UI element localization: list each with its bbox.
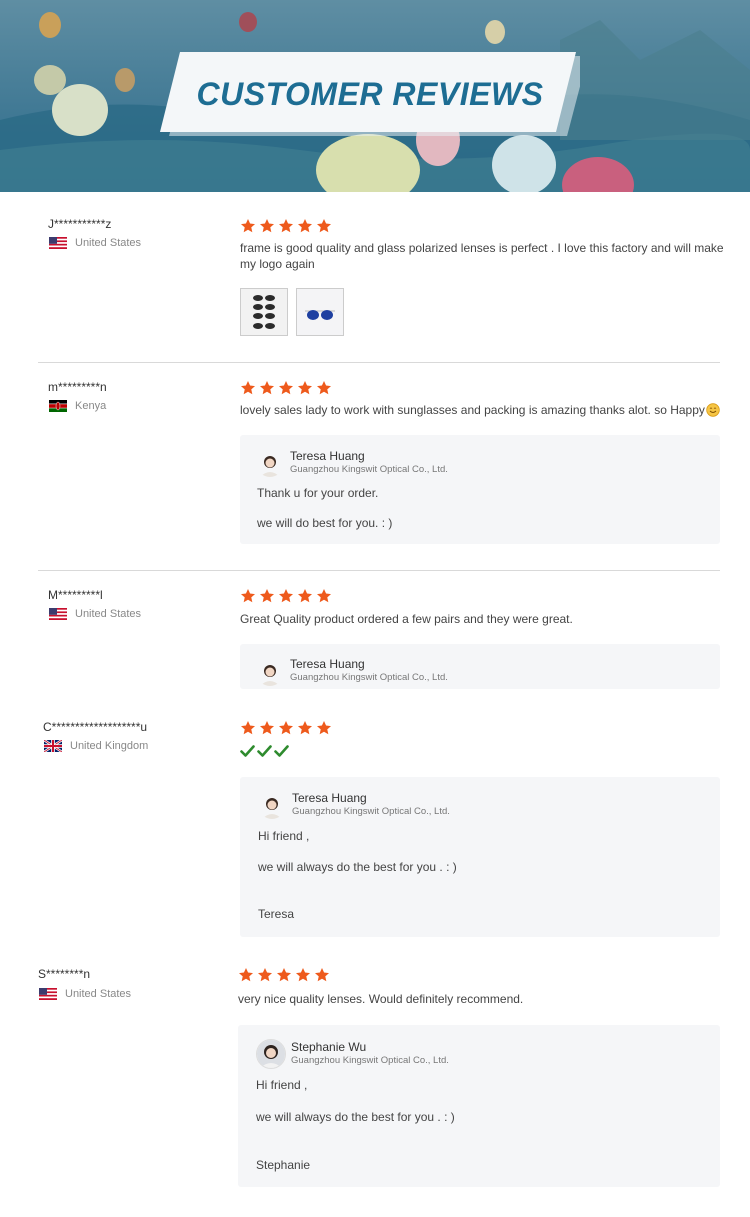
reply-text-line: we will always do the best for you . : ) [258,860,457,874]
verified-checks [240,744,289,758]
reply-text-line: Hi friend , [258,829,310,843]
reviewer-country: United States [49,608,141,620]
star-icon [241,381,255,395]
star-icon [260,219,274,233]
check-icon [274,745,289,757]
check-icon [240,745,255,757]
star-rating [240,588,332,604]
star-rating [240,720,332,736]
star-icon [296,968,310,982]
star-icon [317,589,331,603]
country-label: United States [75,237,142,249]
star-icon [260,589,274,603]
reply-company: Guangzhou Kingswit Optical Co., Ltd. [291,1055,449,1066]
review-text-line: my logo again [240,257,315,271]
star-icon [241,589,255,603]
star-icon [239,968,253,982]
star-icon [298,589,312,603]
country-label: United States [75,608,142,620]
reply-signature: Teresa [258,907,295,921]
star-icon [317,721,331,735]
reviewer-country: United States [49,237,141,249]
blue-sunglasses-image [297,289,343,335]
reviewer-name: M*********l [48,588,103,602]
reply-company: Guangzhou Kingswit Optical Co., Ltd. [290,464,448,475]
reply-author-name: Stephanie Wu [291,1040,367,1054]
page-title: CUSTOMER REVIEWS [196,75,544,112]
star-icon [241,219,255,233]
star-icon [317,381,331,395]
star-rating [238,967,330,983]
star-icon [279,219,293,233]
avatar [257,451,283,477]
reply-signature: Stephanie [256,1158,311,1172]
star-rating [240,218,332,234]
review-photo-2[interactable] [296,288,344,336]
reply-company: Guangzhou Kingswit Optical Co., Ltd. [292,806,450,817]
seller-reply: Teresa Huang Guangzhou Kingswit Optical … [240,644,720,689]
avatar [257,660,283,686]
review-text: Great Quality product ordered a few pair… [240,612,573,626]
star-icon [317,219,331,233]
avatar [256,1039,286,1069]
avatar-image [257,660,283,686]
reply-author-name: Teresa Huang [292,791,367,805]
star-icon [279,381,293,395]
star-icon [258,968,272,982]
smiley-emoji-icon [706,403,720,417]
review-text-line: lovely sales lady to work with sunglasse… [240,403,705,417]
country-label: Kenya [75,400,107,412]
reply-author-name: Teresa Huang [290,657,365,671]
star-icon [298,219,312,233]
review-photo-1[interactable] [240,288,288,336]
review-text: lovely sales lady to work with sunglasse… [240,402,720,418]
star-icon [279,721,293,735]
avatar-image [257,1040,285,1068]
check-icon [257,745,272,757]
us-flag-icon [49,608,67,620]
country-label: United Kingdom [70,740,149,752]
avatar-image [259,793,285,819]
review-text: frame is good quality and glass polarize… [240,240,724,272]
star-icon [260,381,274,395]
kenya-flag-icon [49,400,67,412]
title-banner: CUSTOMER REVIEWS [160,52,580,136]
country-label: United States [65,988,132,1000]
hero-banner: CUSTOMER REVIEWS [0,0,750,192]
reviewer-name: S********n [38,967,91,981]
star-rating [240,380,332,396]
star-icon [279,589,293,603]
reply-text-line: we will always do the best for you . : ) [256,1110,455,1124]
star-icon [298,721,312,735]
reviewer-name: J***********z [48,217,112,231]
reviewer-name: C*******************u [43,720,148,734]
reply-author-name: Teresa Huang [290,449,365,463]
star-icon [298,381,312,395]
review-text-line: frame is good quality and glass polarize… [240,241,724,255]
sunglasses-stack-image [241,289,287,335]
us-flag-icon [49,237,67,249]
avatar [259,793,285,819]
divider [38,570,720,571]
star-icon [260,721,274,735]
reply-text-line: Hi friend , [256,1078,308,1092]
seller-reply: Teresa Huang Guangzhou Kingswit Optical … [240,777,720,937]
review-text: very nice quality lenses. Would definite… [238,992,524,1006]
reviewer-name: m*********n [48,380,107,394]
reply-text-line: Thank u for your order. [257,486,379,500]
us-flag-icon [39,988,57,1000]
uk-flag-icon [44,740,62,752]
star-icon [277,968,291,982]
reply-text-line: we will do best for you. : ) [257,516,393,530]
avatar-image [257,451,283,477]
reviewer-country: United Kingdom [44,740,148,752]
reviewer-country: Kenya [49,400,106,412]
divider [38,362,720,363]
star-icon [241,721,255,735]
reviewer-country: United States [39,988,131,1000]
reply-company: Guangzhou Kingswit Optical Co., Ltd. [290,672,448,683]
seller-reply: Stephanie Wu Guangzhou Kingswit Optical … [238,1025,720,1187]
seller-reply: Teresa Huang Guangzhou Kingswit Optical … [240,435,720,544]
star-icon [315,968,329,982]
